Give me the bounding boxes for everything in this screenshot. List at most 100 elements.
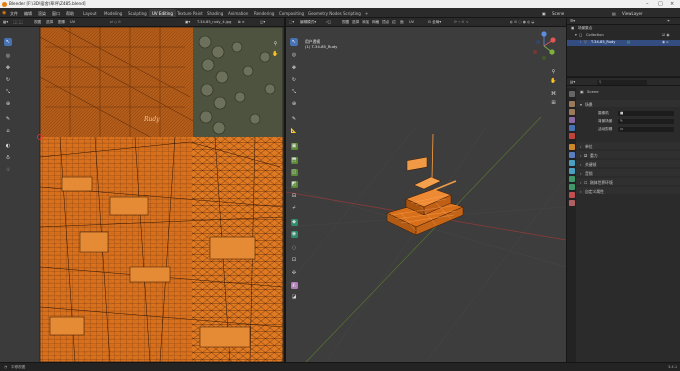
annotate-tool-icon[interactable]: ✎: [5, 116, 12, 123]
scene-tab-icon[interactable]: [568, 125, 575, 131]
tab-modeling[interactable]: Modeling: [101, 9, 125, 17]
tab-compositing[interactable]: Compositing: [276, 9, 307, 17]
uv-texture-canvas[interactable]: Rudy: [0, 27, 284, 362]
outliner-collection-row[interactable]: ▾ ▢ Collection ☑ ◉: [567, 33, 680, 39]
data-tab-icon[interactable]: [568, 184, 575, 190]
shrink-fatten-tool-icon[interactable]: ✣: [291, 270, 298, 277]
material-tab-icon[interactable]: [568, 192, 575, 198]
image-name-field[interactable]: T-34-85_rudy_4.jpg: [197, 20, 231, 24]
active-clip-field[interactable]: ▭: [618, 127, 674, 132]
tab-shading[interactable]: Shading: [204, 9, 226, 17]
uv-menu-uv[interactable]: UV: [70, 20, 75, 24]
relax-tool-icon[interactable]: ♁: [5, 155, 12, 162]
transform-3d-tool-icon[interactable]: ⊕: [291, 101, 298, 108]
uv-menu-view[interactable]: 视图: [34, 20, 41, 25]
view-layer-name[interactable]: ViewLayer: [622, 11, 643, 16]
rip-tool-icon[interactable]: ⌂: [5, 128, 12, 135]
uv-menu-select[interactable]: 选择: [46, 20, 53, 25]
menu-uv[interactable]: UV: [409, 20, 414, 24]
viewport-3d-area[interactable]: 用户透视 (1) T-34-85_Rudy ↖ ◎ ✥ ↻ ⤡ ⊕ ✎ 📐 ▣ …: [286, 27, 566, 362]
image-browse-icon[interactable]: ▣▾: [185, 20, 190, 24]
menu-file[interactable]: 文件: [10, 11, 18, 17]
modifier-tab-icon[interactable]: [568, 152, 575, 158]
navigation-gizmo[interactable]: [529, 30, 559, 66]
move-tool-icon[interactable]: ✥: [5, 65, 12, 72]
expand-collection-icon[interactable]: ▾: [575, 33, 577, 37]
menu-edit[interactable]: 编辑: [24, 11, 32, 17]
output-tab-icon[interactable]: [568, 109, 575, 115]
section-audio[interactable]: › 音频: [576, 169, 680, 176]
viewport-canvas[interactable]: [286, 27, 566, 362]
cursor-3d-tool-icon[interactable]: ◎: [291, 52, 298, 59]
object-tab-icon[interactable]: [568, 144, 575, 150]
tab-sculpting[interactable]: Sculpting: [125, 9, 150, 17]
transform-orientation-dropdown[interactable]: ⊡ 全局▾: [428, 20, 441, 25]
zoom-view-icon[interactable]: ⚲: [550, 69, 557, 76]
section-gravity[interactable]: › ☑ 重力: [576, 151, 680, 158]
uv-sync-icons[interactable]: ⇄ ◇ ⊙: [110, 20, 121, 24]
tab-animation[interactable]: Animation: [225, 9, 251, 17]
tool-tab-icon[interactable]: [568, 91, 575, 97]
tab-layout[interactable]: Layout: [80, 9, 100, 17]
section-units[interactable]: › 单位: [576, 142, 680, 149]
tank-mesh[interactable]: [386, 156, 464, 236]
outliner-object-row[interactable]: › ▽ T-34-85_Rudy ▨ ◉ ⌂: [567, 40, 680, 46]
section-rigid-body-world[interactable]: › ☐ 刚体世界环境: [576, 178, 680, 185]
scene-selector-icon[interactable]: ▣: [542, 11, 546, 16]
outliner-editor-type-icon[interactable]: ☰▾: [570, 19, 575, 23]
mode-dropdown[interactable]: 编辑模式▾: [300, 20, 316, 25]
tab-texture-paint[interactable]: Texture Paint: [174, 9, 206, 17]
view-layer-tab-icon[interactable]: [568, 117, 575, 123]
maximize-icon[interactable]: □: [658, 1, 663, 7]
outliner-scene-collection[interactable]: ▣ 场景集合: [567, 26, 680, 32]
pan-hand-icon[interactable]: ✋: [272, 51, 279, 58]
viewport-editor-type-icon[interactable]: ⬚▾: [289, 20, 294, 24]
select-box-tool-icon[interactable]: ↖: [290, 38, 298, 46]
ortho-toggle-icon[interactable]: ⊞: [550, 100, 557, 107]
world-tab-icon[interactable]: [568, 133, 575, 139]
edge-slide-tool-icon[interactable]: ⊡: [291, 257, 298, 264]
properties-search-input[interactable]: ⚲: [597, 79, 647, 85]
spin-tool-icon[interactable]: ◉: [290, 231, 298, 238]
editor-type-icon[interactable]: ▦▾: [3, 20, 8, 24]
knife-tool-icon[interactable]: ⌿: [291, 205, 298, 212]
cursor-tool-icon[interactable]: ◎: [5, 53, 12, 60]
constraints-tab-icon[interactable]: [568, 176, 575, 182]
background-scene-field[interactable]: ✎: [618, 119, 674, 124]
camera-field[interactable]: ■: [618, 111, 674, 116]
menu-window[interactable]: 窗口: [52, 11, 60, 17]
extrude-tool-icon[interactable]: ⬒: [290, 157, 298, 164]
smooth-tool-icon[interactable]: ◌: [291, 245, 298, 252]
uv-select-mode-icons[interactable]: ⬚⬚⬚: [13, 20, 23, 24]
inset-tool-icon[interactable]: ◫: [290, 169, 298, 176]
tab-geometry-nodes[interactable]: Geometry Nodes: [305, 9, 345, 17]
mesh-select-mode-icons[interactable]: ⋅⁄□: [326, 20, 331, 24]
bevel-tool-icon[interactable]: ◩: [290, 181, 298, 188]
properties-editor-type-icon[interactable]: ▤▾: [570, 80, 575, 84]
loop-cut-tool-icon[interactable]: ⊟: [291, 193, 298, 200]
measure-tool-icon[interactable]: 📐: [291, 128, 298, 135]
expand-object-icon[interactable]: ›: [580, 40, 581, 44]
transform-tool-icon[interactable]: ⊕: [5, 101, 12, 108]
annotate-3d-tool-icon[interactable]: ✎: [291, 116, 298, 123]
section-keying-sets[interactable]: › 关键帧: [576, 160, 680, 167]
uv-view-options-icon[interactable]: ◫▾: [260, 20, 265, 24]
render-tab-icon[interactable]: [568, 101, 575, 107]
poly-build-tool-icon[interactable]: ◆: [290, 219, 298, 226]
menu-face[interactable]: 面: [400, 20, 404, 25]
grab-tool-icon[interactable]: ◐: [5, 143, 12, 150]
object-visibility-icons[interactable]: ◉ ⌂: [662, 40, 669, 44]
blender-menu-icon[interactable]: ◉: [2, 10, 6, 16]
uv-editor-area[interactable]: Rudy ↖ ◎ ✥ ↻ ⤡ ⊕ ✎ ⌂ ◐ ♁ ♢ ⚲ ✋: [0, 27, 284, 362]
snap-proportional-icons[interactable]: ⟳ ⌁ ⊙ ∿: [454, 20, 469, 24]
add-cube-tool-icon[interactable]: ▣: [290, 143, 298, 150]
section-scene[interactable]: ▾ 场景: [576, 100, 680, 107]
menu-help[interactable]: 帮助: [66, 11, 74, 17]
physics-tab-icon[interactable]: [568, 168, 575, 174]
section-custom-properties[interactable]: › 自定义属性: [576, 187, 680, 194]
pinch-tool-icon[interactable]: ♢: [5, 167, 12, 174]
menu-add[interactable]: 添加: [362, 20, 369, 25]
tab-uv-editing[interactable]: UV Editing: [149, 9, 176, 17]
gravity-checkbox[interactable]: ☑: [584, 153, 587, 158]
viewport-shading-icons[interactable]: ◐ ⊞ ○ ● ◍ ◒: [510, 20, 534, 24]
